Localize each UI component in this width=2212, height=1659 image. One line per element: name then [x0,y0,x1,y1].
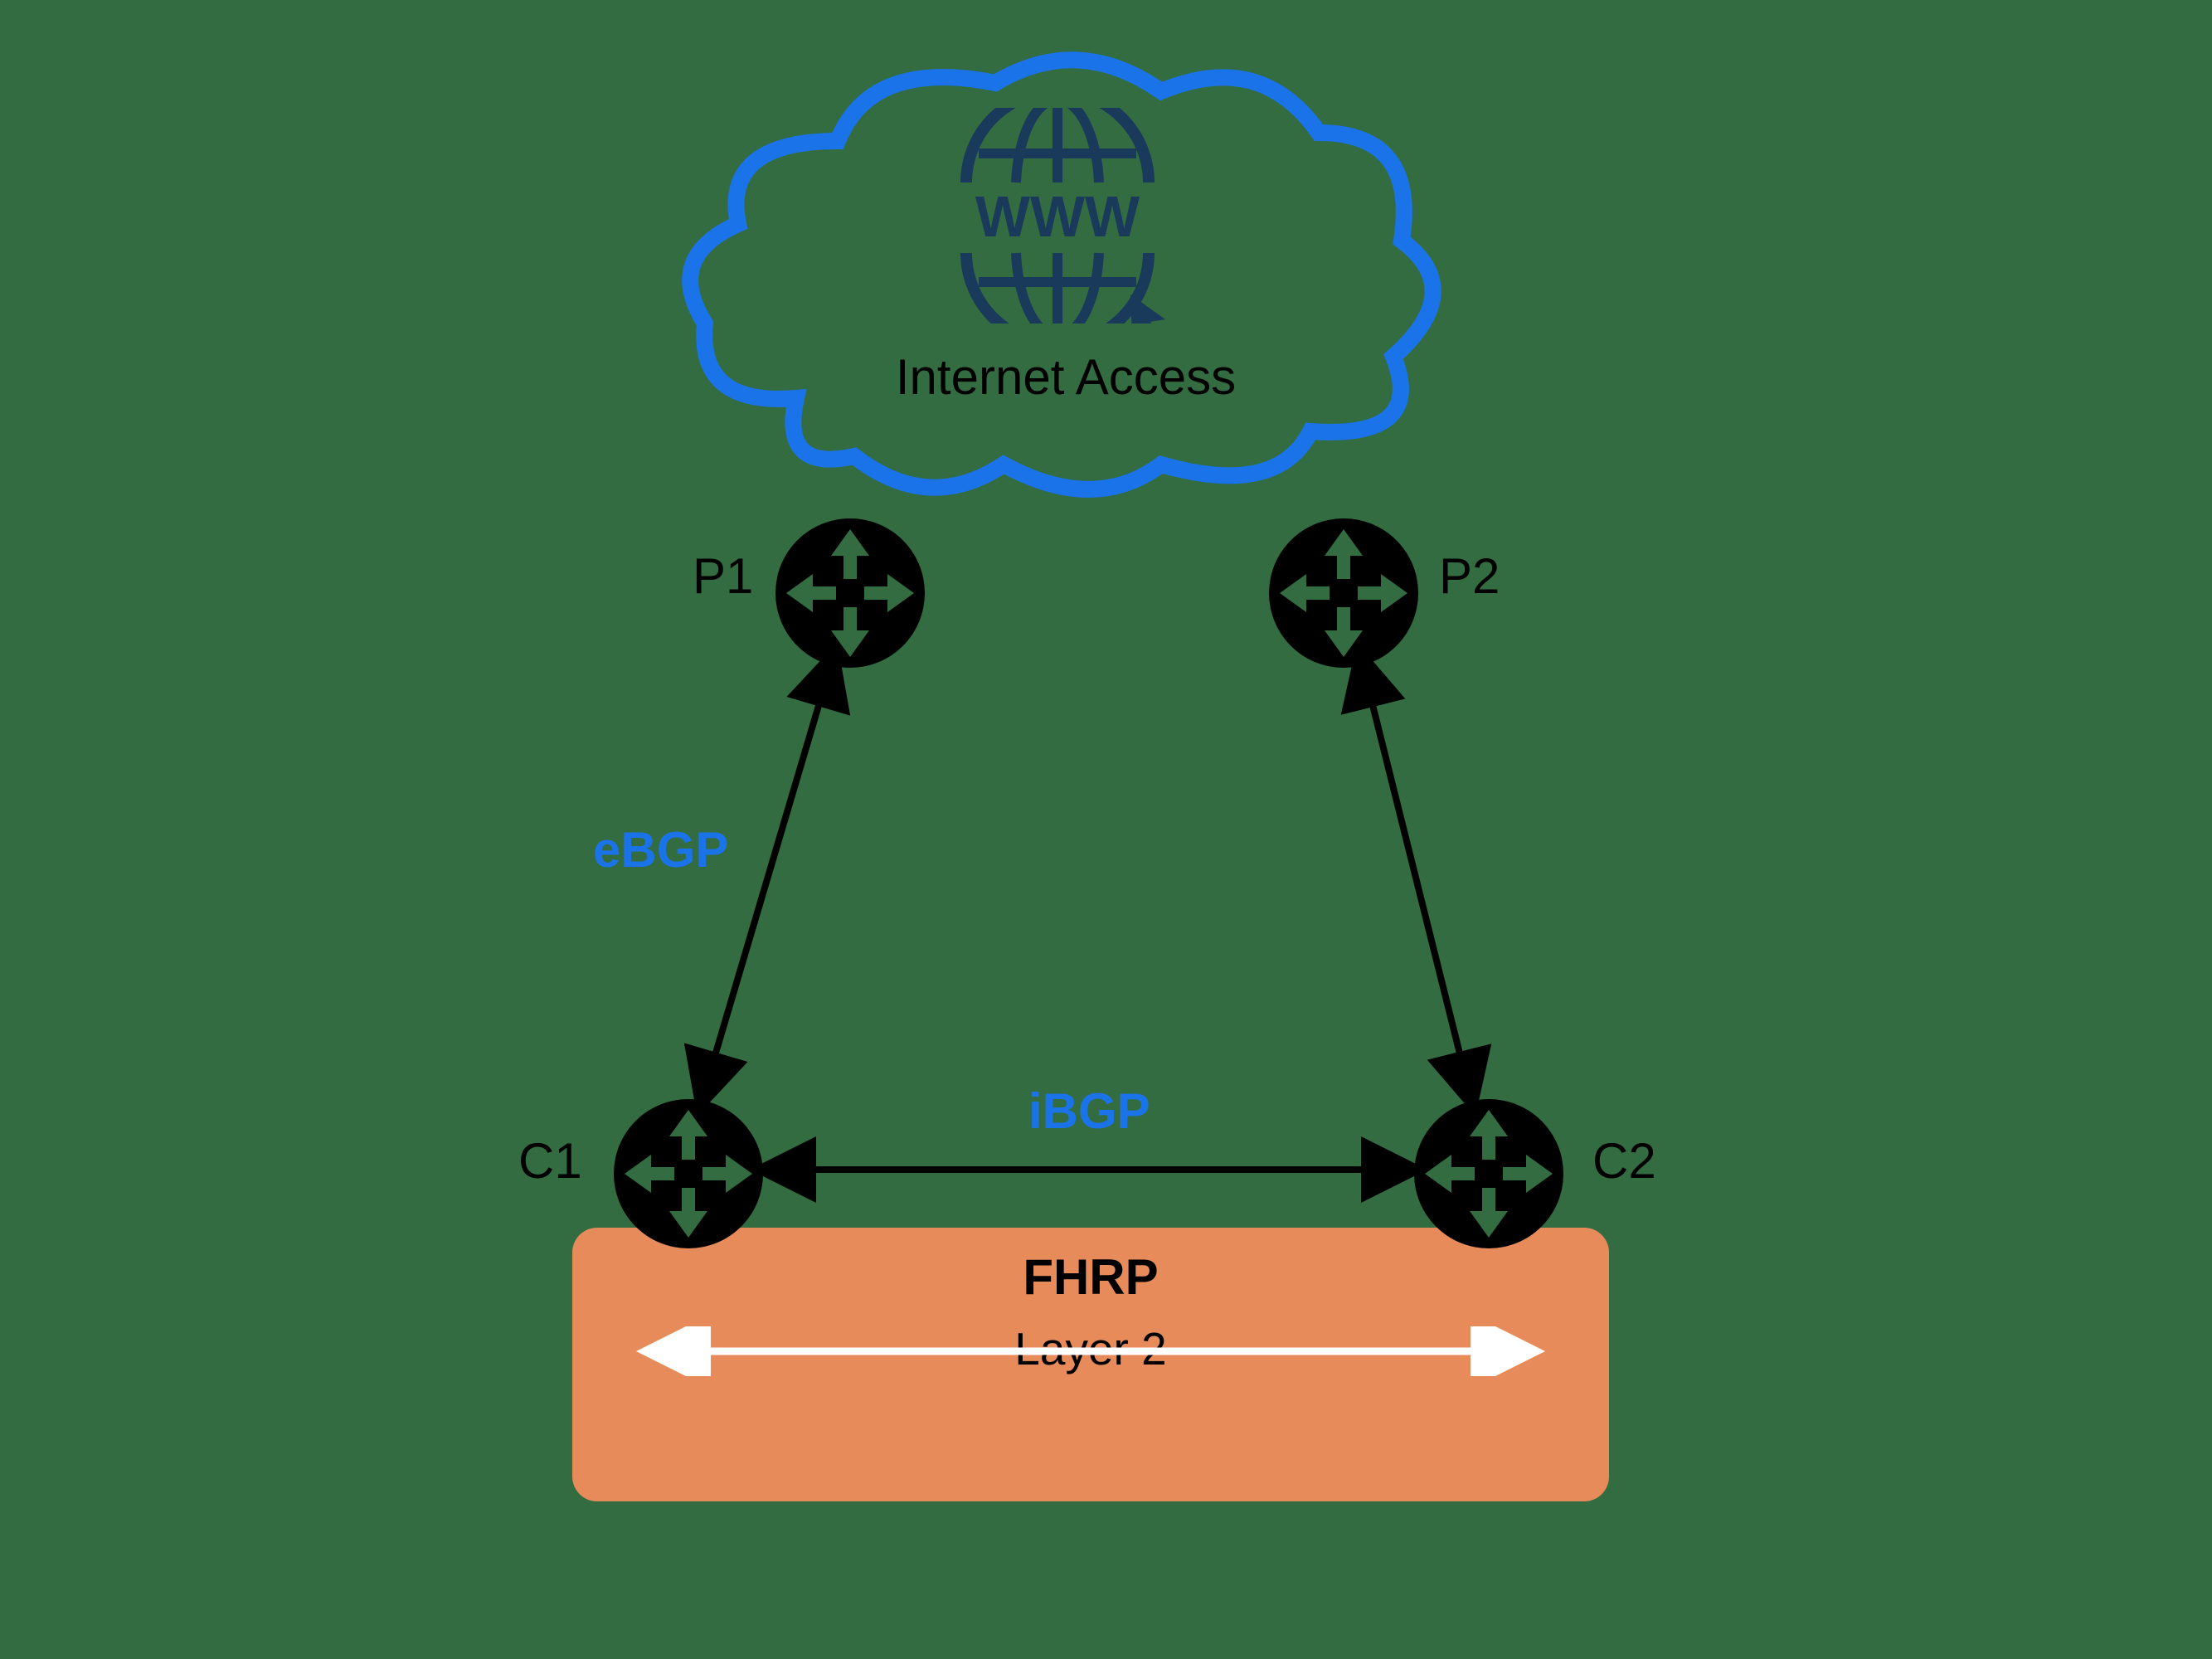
router-p2-label: P2 [1439,547,1500,605]
router-c2-icon [1410,1095,1568,1253]
router-p1-label: P1 [693,547,753,605]
fhrp-arrow-line [572,1326,1609,1376]
ebgp-label: eBGP [593,821,728,878]
router-p2-icon [1265,514,1422,672]
fhrp-layer2-box: FHRP Layer 2 [572,1228,1609,1501]
router-c1-icon [610,1095,767,1253]
router-c2-label: C2 [1592,1132,1656,1190]
router-p1-icon [771,514,929,672]
router-c1-label: C1 [518,1132,582,1190]
fhrp-title: FHRP [572,1248,1609,1306]
ibgp-label: iBGP [1028,1082,1150,1140]
network-diagram: WWW Internet Access [415,41,1742,1618]
